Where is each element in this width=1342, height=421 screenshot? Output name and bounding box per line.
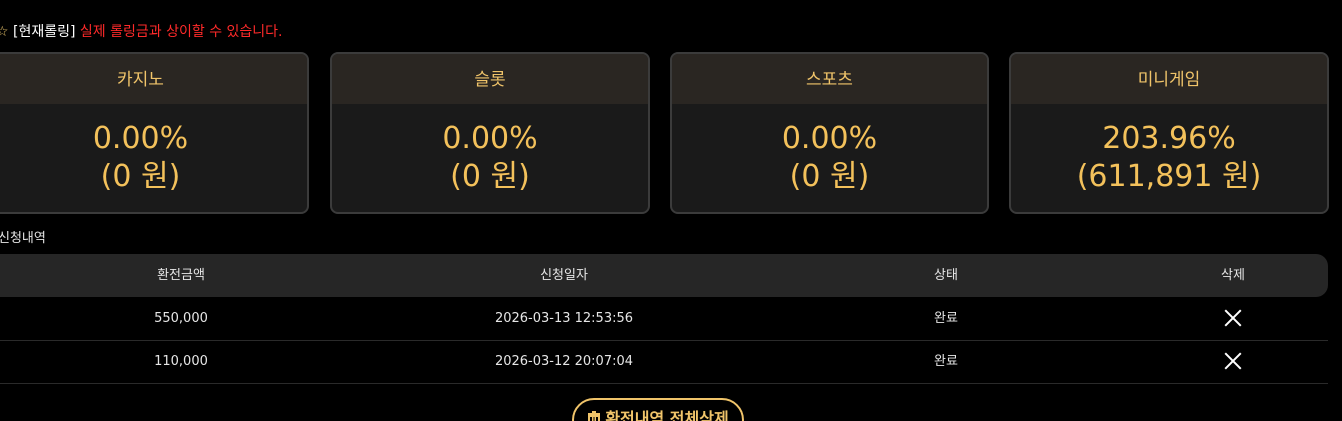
star-icon: ☆ — [0, 24, 9, 40]
row-date: 2026-03-12 20:07:04 — [494, 354, 634, 369]
history-title: 신청내역 — [0, 231, 46, 246]
card-title: 슬롯 — [332, 54, 648, 104]
delete-row-button[interactable] — [1224, 352, 1242, 370]
card-percent: 0.00% — [92, 121, 189, 156]
history-table-header: 환전금액 신청일자 상태 삭제 — [0, 254, 1328, 297]
column-header-date: 신청일자 — [540, 268, 588, 283]
delete-row-button[interactable] — [1224, 309, 1242, 327]
card-amount: (0 원) — [450, 159, 530, 194]
card-amount: (0 원) — [789, 159, 870, 194]
row-status: 완료 — [934, 354, 958, 369]
rolling-exchange-page: ☆ [현재롤링] 실제 롤링금과 상이할 수 있습니다. 카지노 0.00% (… — [0, 0, 1342, 421]
card-amount: (0 원) — [100, 159, 181, 194]
rolling-card-minigame: 미니게임 203.96% (611,891 원) — [1009, 52, 1329, 214]
delete-all-history-button[interactable]: 환전내역 전체삭제 — [572, 398, 744, 421]
column-header-amount: 환전금액 — [157, 268, 205, 283]
card-title: 미니게임 — [1011, 54, 1327, 104]
row-amount: 110,000 — [154, 354, 208, 369]
card-title: 스포츠 — [672, 54, 987, 104]
card-percent: 203.96% — [1102, 121, 1236, 156]
notice-warning: 실제 롤링금과 상이할 수 있습니다. — [79, 24, 283, 40]
rolling-card-sports: 스포츠 0.00% (0 원) — [670, 52, 989, 214]
delete-all-label: 환전내역 전체삭제 — [605, 409, 729, 421]
notice-tag: [현재롤링] — [13, 24, 76, 40]
card-title: 카지노 — [0, 54, 307, 104]
row-status: 완료 — [934, 311, 958, 326]
row-amount: 550,000 — [154, 311, 208, 326]
rolling-notice: ☆ [현재롤링] 실제 롤링금과 상이할 수 있습니다. — [0, 22, 283, 42]
column-header-status: 상태 — [934, 268, 958, 283]
rolling-card-casino: 카지노 0.00% (0 원) — [0, 52, 309, 214]
column-header-delete: 삭제 — [1221, 268, 1245, 283]
row-date: 2026-03-13 12:53:56 — [494, 311, 634, 326]
table-row: 110,000 2026-03-12 20:07:04 완료 — [0, 340, 1328, 384]
card-percent: 0.00% — [442, 121, 538, 156]
card-amount: (611,891 원) — [1076, 159, 1262, 194]
trash-icon — [587, 400, 601, 421]
card-percent: 0.00% — [781, 121, 878, 156]
rolling-card-slot: 슬롯 0.00% (0 원) — [330, 52, 650, 214]
table-row: 550,000 2026-03-13 12:53:56 완료 — [0, 297, 1328, 341]
